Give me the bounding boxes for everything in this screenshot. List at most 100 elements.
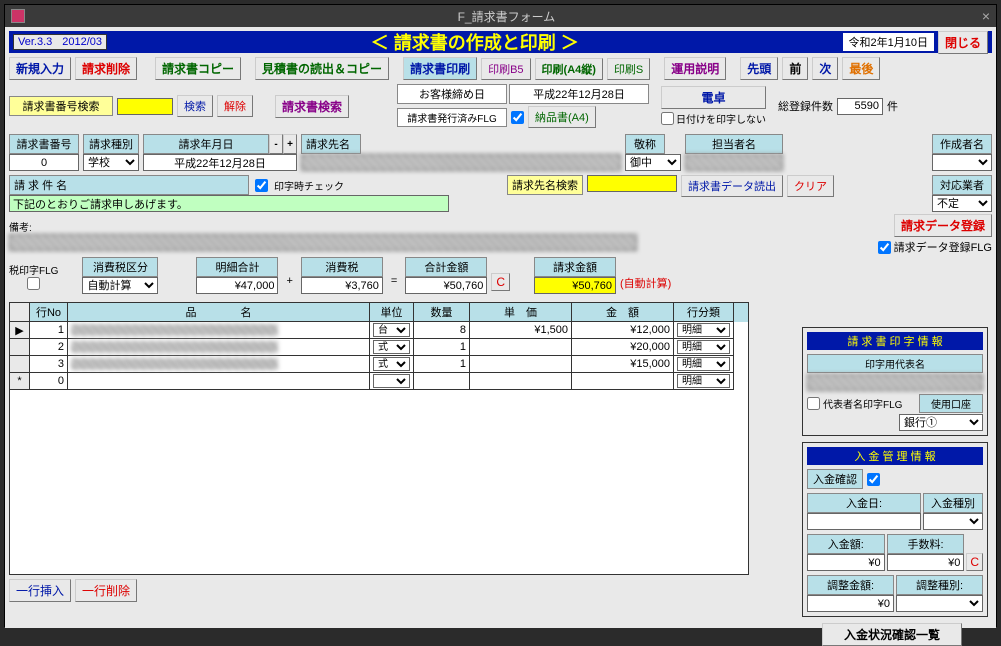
remarks-row: 備考: 請求データ登録 請求データ登録FLG <box>9 214 992 255</box>
cat-select[interactable]: 明細 <box>677 357 730 371</box>
pay-amt-input[interactable] <box>807 554 885 571</box>
subject-label: 請 求 件 名 <box>9 175 249 195</box>
pay-info-box: 入 金 管 理 情 報 入金確認 入金日: 入金種別 入金額: 手数料: C 調… <box>802 442 988 617</box>
invoice-header: 請求書番号 請求種別 学校 請求年月日-+ 請求先名 敬称 御中 担当者名 <box>9 134 992 171</box>
print-invoice-button[interactable]: 請求書印刷 <box>403 57 477 80</box>
col-unit: 単位 <box>370 303 414 322</box>
bill-value <box>534 277 616 294</box>
adj-amt-input[interactable] <box>807 595 894 612</box>
total-records-label: 総登録件数 <box>778 98 833 114</box>
search-input[interactable] <box>117 98 173 115</box>
acct-select[interactable]: 銀行① <box>899 414 983 431</box>
taxcls-select[interactable]: 自動計算 <box>82 277 158 294</box>
pay-c-button[interactable]: C <box>966 553 983 571</box>
search-button[interactable]: 検索 <box>177 95 213 117</box>
addr-search-label: 請求先名検索 <box>507 175 583 195</box>
author-select[interactable] <box>932 154 992 171</box>
pay-cfm-checkbox[interactable] <box>867 473 880 486</box>
col-name: 品 名 <box>68 303 370 322</box>
taxflg-checkbox[interactable] <box>27 277 40 290</box>
issued-checkbox[interactable] <box>511 111 524 124</box>
data-clear-button[interactable]: クリア <box>787 175 834 197</box>
cat-select[interactable]: 明細 <box>677 323 730 337</box>
window-close-icon[interactable]: × <box>982 8 990 24</box>
invoice-search-button[interactable]: 請求書検索 <box>275 95 349 118</box>
close-button[interactable]: 閉じる <box>938 31 988 54</box>
inv-addr-input[interactable] <box>301 154 621 171</box>
unit-select[interactable]: 式 <box>373 340 410 354</box>
search-label: 請求書番号検索 <box>9 96 113 116</box>
date-plus[interactable]: + <box>283 134 297 154</box>
calc-button[interactable]: 電卓 <box>661 86 766 109</box>
header-bar: Ver.3.3 2012/03 ＜ 請求書の作成と印刷 ＞ 令和2年1月10日 … <box>9 31 992 53</box>
print-b5-button[interactable]: 印刷B5 <box>481 58 530 80</box>
rep-input[interactable] <box>807 374 983 391</box>
search-clear-button[interactable]: 解除 <box>217 95 253 117</box>
pay-amt-label: 入金額: <box>807 534 885 554</box>
pay-fee-input[interactable] <box>887 554 965 571</box>
pay-info-head: 入 金 管 理 情 報 <box>807 447 983 465</box>
print-a4p-button[interactable]: 印刷(A4縦) <box>535 58 603 80</box>
adj-type-select[interactable] <box>896 595 983 612</box>
delete-row-button[interactable]: 一行削除 <box>75 579 137 602</box>
unit-select[interactable] <box>373 374 410 388</box>
rep-flg-checkbox[interactable] <box>807 397 820 410</box>
register-button[interactable]: 請求データ登録 <box>894 214 992 237</box>
rep-flg-label: 代表者名印字FLG <box>823 396 916 411</box>
taxcls-label: 消費税区分 <box>82 257 158 277</box>
addr-search-input[interactable] <box>587 175 677 192</box>
table-row[interactable]: *0明細 <box>10 373 748 390</box>
print-check-label: 印字時チェック <box>274 178 344 193</box>
first-button[interactable]: 先頭 <box>740 57 778 80</box>
pic-input[interactable] <box>685 154 783 171</box>
pay-date-input[interactable] <box>807 513 921 530</box>
inv-date-input[interactable] <box>143 154 297 171</box>
noprintdate-checkbox[interactable] <box>661 112 674 125</box>
col-no: 行No <box>30 303 68 322</box>
table-row[interactable]: 3式1¥15,000明細 <box>10 356 748 373</box>
register-flg-checkbox[interactable] <box>878 241 891 254</box>
tax-value <box>301 277 383 294</box>
print-check[interactable] <box>255 179 268 192</box>
pay-type-label: 入金種別 <box>923 493 983 513</box>
remark-input[interactable] <box>9 234 637 251</box>
last-button[interactable]: 最後 <box>842 57 880 80</box>
table-row[interactable]: ▶1台8¥1,500¥12,000明細 <box>10 322 748 339</box>
read-estimate-button[interactable]: 見積書の読出＆コピー <box>255 57 389 80</box>
remark-label: 備考: <box>9 219 637 234</box>
taxflg-label: 税印字FLG <box>9 262 58 277</box>
print-s-button[interactable]: 印刷S <box>607 58 650 80</box>
hon-select[interactable]: 御中 <box>625 154 681 171</box>
pay-type-select[interactable] <box>923 513 983 530</box>
unit-select[interactable]: 台 <box>373 323 410 337</box>
subtotal-value <box>196 277 278 294</box>
subject-input[interactable] <box>9 195 449 212</box>
next-button[interactable]: 次 <box>812 57 838 80</box>
today-date: 令和2年1月10日 <box>843 33 934 51</box>
insert-row-button[interactable]: 一行挿入 <box>9 579 71 602</box>
author-label: 作成者名 <box>932 134 992 154</box>
noprintdate-label: 日付けを印字しない <box>676 111 766 126</box>
inv-type-select[interactable]: 学校 <box>83 154 139 171</box>
sums-c-button[interactable]: C <box>491 273 510 291</box>
inv-date-label: 請求年月日 <box>143 134 269 154</box>
inv-no-label: 請求書番号 <box>9 134 79 154</box>
pay-list-button[interactable]: 入金状況確認一覧 <box>822 623 962 646</box>
acct-label: 使用口座 <box>919 394 983 413</box>
cat-select[interactable]: 明細 <box>677 340 730 354</box>
table-row[interactable]: 2式1¥20,000明細 <box>10 339 748 356</box>
help-button[interactable]: 運用説明 <box>664 57 726 80</box>
unit-select[interactable]: 式 <box>373 357 410 371</box>
copy-button[interactable]: 請求書コピー <box>155 57 241 80</box>
delivery-note-button[interactable]: 納品書(A4) <box>528 106 596 128</box>
issued-label: 請求書発行済みFLG <box>397 108 507 127</box>
date-minus[interactable]: - <box>269 134 283 154</box>
grid-body[interactable]: ▶1台8¥1,500¥12,000明細2式1¥20,000明細3式1¥15,00… <box>10 322 748 574</box>
prev-button[interactable]: 前 <box>782 57 808 80</box>
new-button[interactable]: 新規入力 <box>9 57 71 80</box>
vendor-select[interactable]: 不定 <box>932 195 992 212</box>
cat-select[interactable]: 明細 <box>677 374 730 388</box>
data-readout-button[interactable]: 請求書データ読出 <box>681 175 783 197</box>
delete-button[interactable]: 請求削除 <box>75 57 137 80</box>
inv-no-input[interactable] <box>9 154 79 171</box>
